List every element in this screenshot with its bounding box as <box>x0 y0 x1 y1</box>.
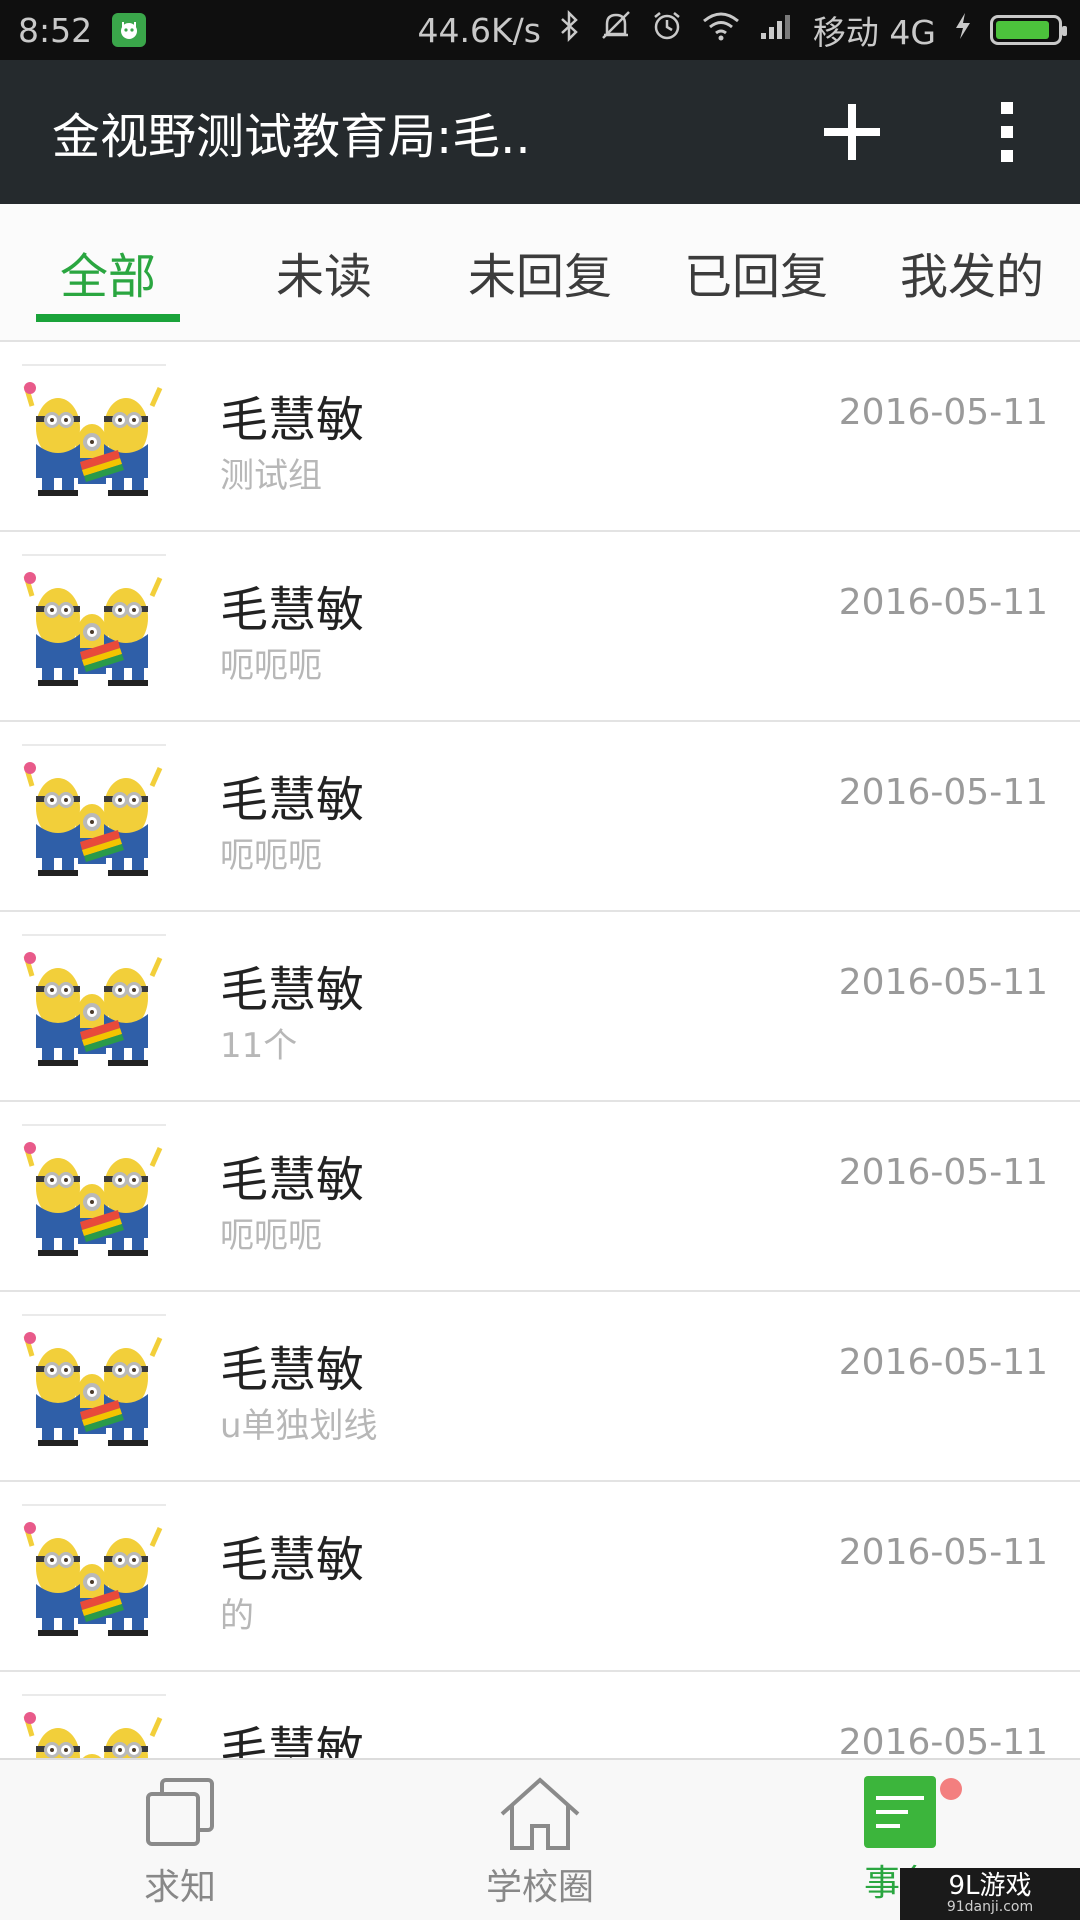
page-title: 金视野测试教育局:毛.. <box>52 109 531 165</box>
minion-avatar-image <box>22 1316 166 1458</box>
watermark-url: 91danji.com <box>946 1899 1034 1916</box>
bluetooth-icon <box>559 9 581 50</box>
message-preview: 测试组 <box>220 456 322 496</box>
more-button[interactable] <box>962 60 1052 204</box>
sender-name: 毛慧敏 <box>220 1342 365 1398</box>
message-date: 2016-05-11 <box>838 1532 1048 1573</box>
tab-label: 已回复 <box>683 249 828 305</box>
message-preview: 呃呃呃 <box>220 646 322 686</box>
tab-unreplied[interactable]: 未回复 <box>432 204 648 340</box>
notification-badge <box>940 1778 962 1800</box>
sender-name: 毛慧敏 <box>220 582 365 638</box>
tab-unread[interactable]: 未读 <box>216 204 432 340</box>
message-date: 2016-05-11 <box>838 1152 1048 1193</box>
add-icon <box>824 104 880 160</box>
tab-all[interactable]: 全部 <box>0 204 216 340</box>
tab-label: 未读 <box>275 249 372 305</box>
minion-avatar-image <box>22 1126 166 1268</box>
status-time: 8:52 <box>18 10 93 50</box>
add-button[interactable] <box>792 60 912 204</box>
minion-avatar-image <box>22 556 166 698</box>
nav-item-qiuzhi[interactable]: 求知 <box>0 1760 360 1920</box>
message-list: 毛慧敏 测试组 2016-05-11 毛慧敏 呃呃呃 2016-05-11 毛慧… <box>0 342 1080 1758</box>
charging-icon <box>954 11 972 49</box>
message-preview: 11个 <box>220 1026 298 1066</box>
tab-label: 未回复 <box>467 249 612 305</box>
status-right: 44.6K/s 移动 4G <box>417 6 1067 54</box>
watermark-brand: 9L游戏 <box>948 1871 1032 1901</box>
avatar <box>22 1504 166 1648</box>
status-bar: 8:52 44.6K/s 移动 4G <box>0 0 1080 60</box>
message-date: 2016-05-11 <box>838 1722 1048 1758</box>
signal-icon <box>759 11 795 49</box>
alarm-icon <box>651 10 683 50</box>
minion-avatar-image <box>22 936 166 1078</box>
sender-name: 毛慧敏 <box>220 1532 365 1588</box>
avatar <box>22 554 166 698</box>
sender-name: 毛慧敏 <box>220 1722 365 1758</box>
filter-tabs: 全部 未读 未回复 已回复 我发的 <box>0 204 1080 342</box>
more-icon <box>1001 102 1013 162</box>
list-item[interactable]: 毛慧敏 u单独划线 2016-05-11 <box>0 1292 1080 1482</box>
minion-avatar-image <box>22 746 166 888</box>
list-item[interactable]: 毛慧敏 2016-05-11 <box>0 1672 1080 1758</box>
tab-active-indicator <box>36 314 180 322</box>
avatar <box>22 1124 166 1268</box>
list-item[interactable]: 毛慧敏 呃呃呃 2016-05-11 <box>0 1102 1080 1292</box>
avatar <box>22 934 166 1078</box>
android-icon <box>112 13 147 47</box>
avatar <box>22 364 166 508</box>
message-date: 2016-05-11 <box>838 1342 1048 1383</box>
nav-item-school-circle[interactable]: 学校圈 <box>360 1760 720 1920</box>
document-icon <box>864 1776 936 1848</box>
tab-replied[interactable]: 已回复 <box>648 204 864 340</box>
sender-name: 毛慧敏 <box>220 1152 365 1208</box>
list-item[interactable]: 毛慧敏 的 2016-05-11 <box>0 1482 1080 1672</box>
tab-label: 全部 <box>59 249 156 305</box>
minion-avatar-image <box>22 1506 166 1648</box>
network-speed: 44.6K/s <box>417 10 541 50</box>
list-item[interactable]: 毛慧敏 呃呃呃 2016-05-11 <box>0 532 1080 722</box>
sender-name: 毛慧敏 <box>220 392 365 448</box>
message-date: 2016-05-11 <box>838 392 1048 433</box>
tab-label: 我发的 <box>899 249 1044 305</box>
app-bar: 金视野测试教育局:毛.. <box>0 60 1080 204</box>
battery-fill <box>995 21 1050 39</box>
message-preview: u单独划线 <box>220 1406 378 1446</box>
message-date: 2016-05-11 <box>838 962 1048 1003</box>
list-item[interactable]: 毛慧敏 11个 2016-05-11 <box>0 912 1080 1102</box>
message-date: 2016-05-11 <box>838 582 1048 623</box>
avatar <box>22 744 166 888</box>
wifi-icon <box>701 11 741 49</box>
sender-name: 毛慧敏 <box>220 772 365 828</box>
nav-label: 求知 <box>143 1867 216 1908</box>
mute-icon <box>599 10 633 50</box>
sender-name: 毛慧敏 <box>220 962 365 1018</box>
minion-avatar-image <box>22 1696 166 1758</box>
nav-label: 学校圈 <box>485 1867 594 1908</box>
tab-sent[interactable]: 我发的 <box>864 204 1080 340</box>
battery-icon <box>989 15 1067 45</box>
message-preview: 呃呃呃 <box>220 836 322 876</box>
watermark: 9L游戏 91danji.com <box>900 1868 1080 1920</box>
message-date: 2016-05-11 <box>838 772 1048 813</box>
home-icon <box>500 1777 580 1850</box>
carrier-label: 移动 4G <box>812 13 936 52</box>
message-preview: 的 <box>220 1596 254 1636</box>
message-preview: 呃呃呃 <box>220 1216 322 1256</box>
avatar <box>22 1314 166 1458</box>
squares-icon <box>146 1778 214 1846</box>
list-item[interactable]: 毛慧敏 呃呃呃 2016-05-11 <box>0 722 1080 912</box>
avatar <box>22 1694 166 1758</box>
list-item[interactable]: 毛慧敏 测试组 2016-05-11 <box>0 342 1080 532</box>
minion-avatar-image <box>22 366 166 508</box>
